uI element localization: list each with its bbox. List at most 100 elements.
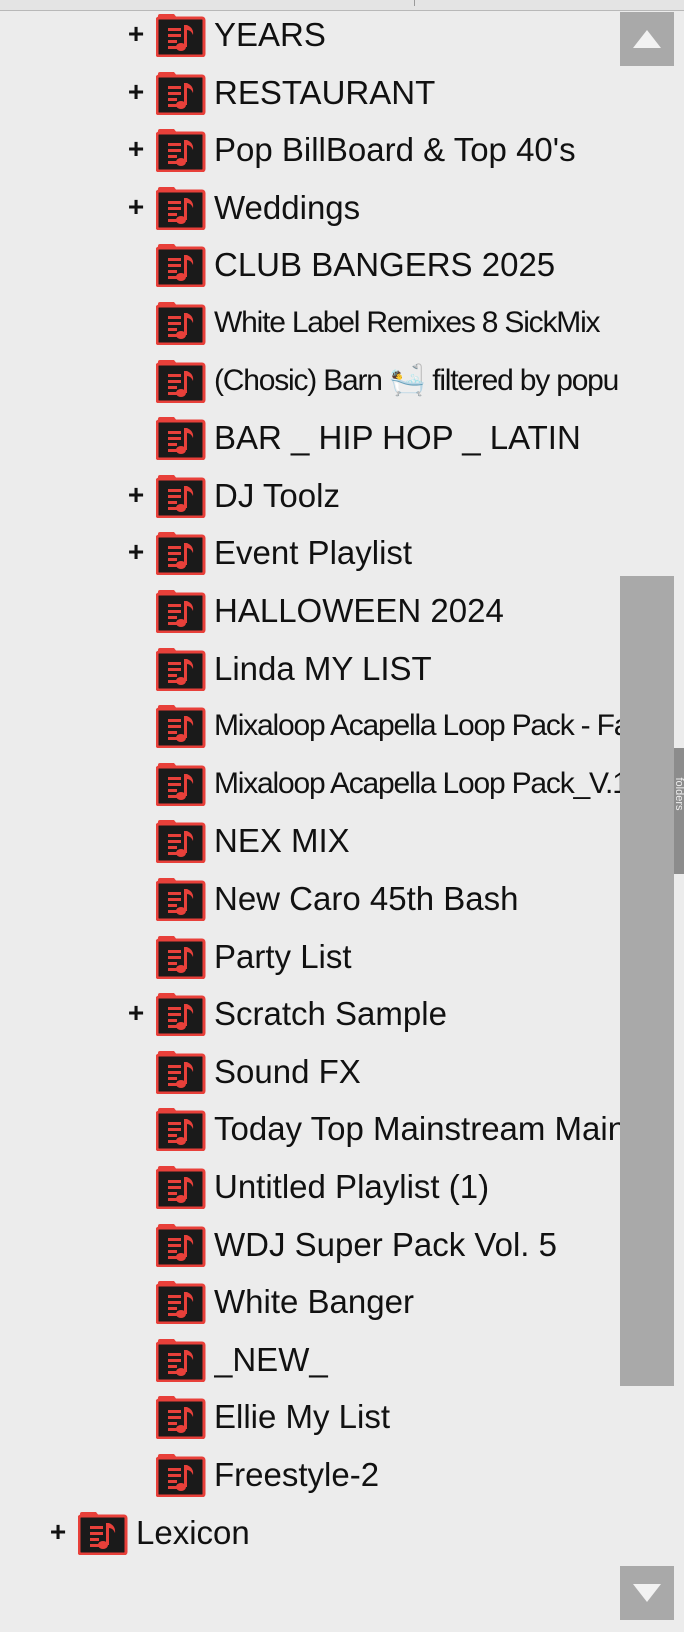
playlist-folder-icon	[78, 1511, 128, 1555]
expand-toggle-empty	[124, 1401, 148, 1431]
tree-item-label: CLUB BANGERS 2025	[214, 246, 556, 284]
tree-item-label: DJ Toolz	[214, 476, 340, 514]
tree-item-label: _NEW_	[214, 1340, 328, 1378]
tree-row[interactable]: White Label Remixes 8 SickMix	[0, 293, 620, 353]
tree-row[interactable]: + Pop BillBoard & Top 40's	[0, 120, 620, 180]
tree-row[interactable]: (Chosic) Barn 🛀 filtered by popularity	[0, 351, 620, 411]
playlist-icon	[156, 1223, 206, 1267]
tree-row[interactable]: Freestyle-2	[0, 1445, 620, 1505]
tree-row[interactable]: + DJ Toolz	[0, 466, 620, 526]
tree-row[interactable]: Linda MY LIST	[0, 639, 620, 699]
expand-toggle-empty	[124, 1229, 148, 1259]
tree-row[interactable]: Today Top Mainstream Mainstream	[0, 1099, 620, 1159]
tree-row[interactable]: Mixaloop Acapella Loop Pack - Fatman	[0, 696, 620, 756]
tree-item-label: White Label Remixes 8 SickMix	[214, 306, 601, 339]
tree-item-label: Mixaloop Acapella Loop Pack - Fatman	[214, 709, 620, 743]
tree-row[interactable]: Untitled Playlist (1)	[0, 1157, 620, 1217]
tree-item-label: Linda MY LIST	[214, 649, 432, 687]
expand-toggle-empty	[124, 1459, 148, 1489]
tree-row[interactable]: NEX MIX	[0, 811, 620, 871]
playlist-icon	[156, 1453, 206, 1497]
playlist-icon	[156, 1107, 206, 1152]
playlist-folder-icon	[156, 128, 206, 173]
expand-toggle-empty	[124, 1286, 148, 1316]
tree-item-label: (Chosic) Barn 🛀 filtered by popularity	[214, 363, 620, 397]
playlist-icon	[156, 359, 206, 403]
tree-row[interactable]: + Lexicon	[0, 1503, 620, 1563]
playlist-icon	[156, 1338, 206, 1382]
expand-toggle-icon[interactable]: +	[124, 479, 148, 510]
expand-toggle-empty	[124, 1113, 148, 1143]
tree-row[interactable]: New Caro 45th Bash	[0, 869, 620, 929]
side-tab-label: folders	[674, 777, 684, 811]
scroll-up-button[interactable]	[620, 12, 674, 66]
playlist-icon	[156, 1280, 206, 1325]
playlist-folder-icon	[156, 71, 206, 115]
expand-toggle-empty	[124, 710, 148, 740]
folders-side-tab[interactable]: folders	[674, 748, 684, 874]
playlist-icon	[156, 1395, 206, 1440]
playlist-icon	[156, 301, 206, 345]
tree-row[interactable]: + YEARS	[0, 5, 620, 65]
playlist-icon	[156, 416, 206, 461]
tree-item-label: RESTAURANT	[214, 73, 436, 111]
tree-item-label: Ellie My List	[214, 1398, 391, 1436]
expand-toggle-icon[interactable]: +	[124, 537, 148, 567]
expand-toggle-icon[interactable]: +	[46, 1516, 70, 1547]
expand-toggle-empty	[124, 595, 148, 625]
tree-row[interactable]: HALLOWEEN 2024	[0, 581, 620, 641]
expand-toggle-icon[interactable]: +	[124, 191, 148, 222]
tree-row[interactable]: Party List	[0, 927, 620, 987]
tree-row[interactable]: CLUB BANGERS 2025	[0, 235, 620, 295]
playlist-folder-icon	[156, 992, 206, 1037]
tree-row[interactable]: _NEW_	[0, 1330, 620, 1390]
expand-toggle-empty	[124, 768, 148, 798]
expand-toggle-empty	[124, 422, 148, 452]
scroll-down-button[interactable]	[620, 1566, 674, 1620]
tree-item-label: HALLOWEEN 2024	[214, 592, 504, 629]
tree-row[interactable]: + RESTAURANT	[0, 63, 620, 123]
playlist-icon	[156, 762, 206, 806]
playlist-icon	[156, 647, 206, 691]
tree-item-label: Weddings	[214, 188, 361, 226]
expand-toggle-icon[interactable]: +	[124, 998, 148, 1028]
tree-row[interactable]: White Banger	[0, 1272, 620, 1332]
tree-item-label: YEARS	[214, 16, 326, 53]
tree-row[interactable]: + Event Playlist	[0, 523, 620, 583]
tree-row[interactable]: + Scratch Sample	[0, 984, 620, 1044]
tree-item-label: New Caro 45th Bash	[214, 880, 519, 917]
expand-toggle-icon[interactable]: +	[124, 19, 148, 49]
tree-item-label: Freestyle-2	[214, 1456, 380, 1493]
tree-row[interactable]: + Weddings	[0, 178, 620, 238]
expand-toggle-empty	[124, 307, 148, 337]
playlist-icon	[156, 704, 206, 749]
tree-item-label: Party List	[214, 937, 352, 975]
playlist-tree: + YEARS + RESTAURANT + Pop BillBoard & Top 40…	[0, 5, 620, 1632]
expand-toggle-empty	[124, 1056, 148, 1086]
tree-row[interactable]: Sound FX	[0, 1042, 620, 1102]
playlist-folder-icon	[156, 186, 206, 230]
playlist-folder-icon	[156, 13, 206, 57]
tree-item-label: Today Top Mainstream Mainstream	[214, 1110, 620, 1148]
tree-item-label: NEX MIX	[214, 822, 350, 860]
expand-toggle-empty	[124, 825, 148, 855]
expand-toggle-icon[interactable]: +	[124, 76, 148, 107]
scrollbar-thumb[interactable]	[620, 576, 674, 1386]
playlist-icon	[156, 1165, 206, 1209]
expand-toggle-icon[interactable]: +	[124, 134, 148, 164]
playlist-icon	[156, 935, 206, 979]
tree-row[interactable]: WDJ Super Pack Vol. 5	[0, 1215, 620, 1275]
playlist-icon	[156, 1050, 206, 1094]
tree-row[interactable]: BAR _ HIP HOP _ LATIN	[0, 408, 620, 468]
expand-toggle-empty	[124, 1344, 148, 1374]
tree-item-label: Mixaloop Acapella Loop Pack_V.1 (6	[214, 766, 620, 800]
vertical-scrollbar[interactable]	[620, 12, 676, 1620]
tree-item-label: Sound FX	[214, 1052, 361, 1090]
playlist-icon	[156, 243, 206, 288]
tree-row[interactable]: Mixaloop Acapella Loop Pack_V.1 (6	[0, 754, 620, 814]
expand-toggle-empty	[124, 653, 148, 683]
tree-row[interactable]: Ellie My List	[0, 1387, 620, 1447]
expand-toggle-empty	[124, 883, 148, 913]
tree-item-label: Scratch Sample	[214, 995, 447, 1033]
tree-item-label: BAR _ HIP HOP _ LATIN	[214, 419, 581, 457]
